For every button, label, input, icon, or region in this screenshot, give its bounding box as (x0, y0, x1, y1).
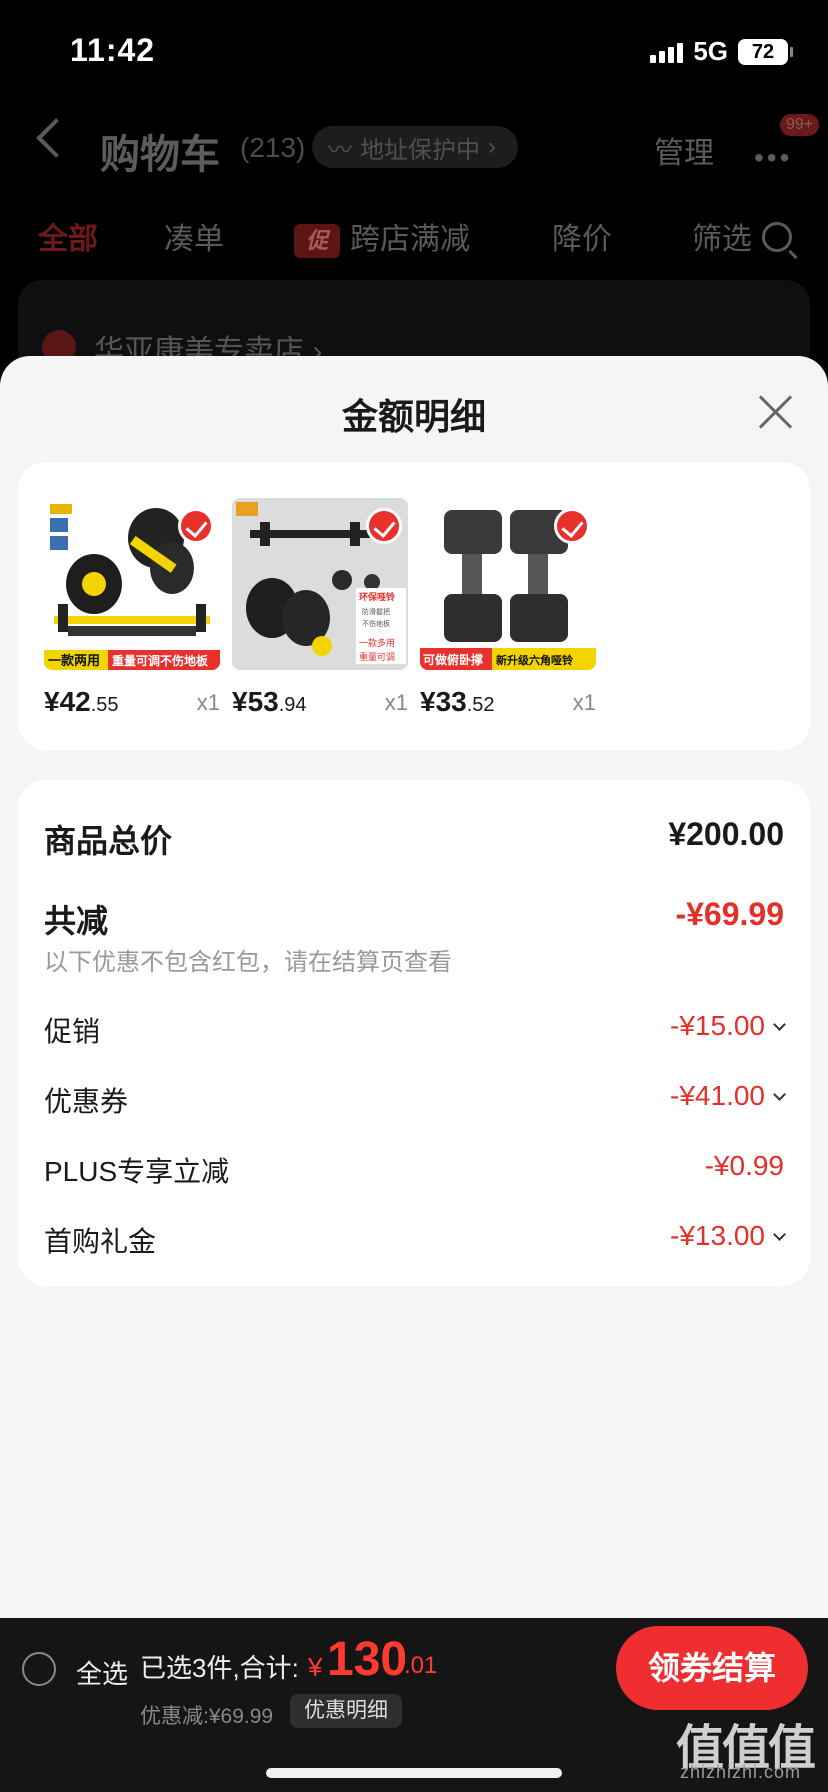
watermark-url: zhizhizhi.com (680, 1762, 802, 1782)
tab-cross-store[interactable]: 促跨店满减 (294, 214, 470, 259)
coupon-row[interactable]: 优惠券 -¥41.00 (44, 1080, 786, 1117)
saved-amount: 优惠减:¥69.99 (140, 1705, 274, 1728)
address-protect-label: 地址保护中 (360, 136, 480, 164)
coupon-value: -¥41.00 (670, 1080, 786, 1112)
signal-icon (650, 41, 684, 63)
search-icon[interactable] (762, 222, 792, 252)
cart-count: (213) (240, 132, 306, 163)
tab-combine[interactable]: 凑单 (164, 214, 224, 258)
product-price: ¥42.55 (44, 686, 119, 717)
tab-filter[interactable]: 筛选 (692, 214, 752, 258)
product-item[interactable]: 环保哑铃 防滑握把 不伤地板 一款多用 重量可调 ¥53.94 x1 (232, 498, 408, 728)
discount-note: 以下优惠不包含红包，请在结算页查看 (44, 949, 452, 976)
chevron-down-icon (773, 1018, 786, 1031)
status-time: 11:42 (70, 32, 156, 68)
product-price: ¥53.94 (232, 686, 307, 717)
total-price-row: 商品总价 ¥200.00 (44, 816, 784, 859)
total-price-label: 商品总价 (44, 823, 173, 859)
plus-row: PLUS专享立减 -¥0.99 (44, 1150, 784, 1187)
selection-summary: 已选3件,合计: (140, 1653, 299, 1683)
promo-label: 促销 (44, 1016, 101, 1047)
product-checkbox[interactable] (366, 508, 402, 544)
page-title: 购物车 (100, 133, 220, 177)
close-icon[interactable] (756, 392, 796, 432)
total-amount-decimal: .01 (404, 1652, 438, 1679)
status-indicators: 5G 72 (650, 36, 793, 67)
product-qty: x1 (196, 690, 220, 715)
pulse-icon: 〰 (328, 136, 352, 164)
product-top-text: 专配加长泡棉减压连接器 (74, 636, 162, 646)
first-purchase-label: 首购礼金 (44, 1226, 157, 1257)
chevron-right-icon: › (488, 133, 496, 160)
product-side-tag: 重量可调 (359, 651, 395, 663)
more-icon[interactable]: ••• (754, 142, 792, 174)
product-checkbox[interactable] (554, 508, 590, 544)
product-price: ¥33.52 (420, 686, 495, 717)
first-purchase-row[interactable]: 首购礼金 -¥13.00 (44, 1220, 786, 1257)
product-banner-right: 重量可调不伤地板 (112, 653, 209, 668)
first-purchase-value: -¥13.00 (670, 1220, 786, 1252)
discount-label: 共减 (44, 903, 109, 939)
product-item[interactable]: 一款两用 重量可调不伤地板 专配加长泡棉减压连接器 ¥42.55 x1 (44, 498, 220, 728)
discount-row: 共减 -¥69.99 (44, 896, 784, 939)
home-indicator[interactable] (266, 1768, 562, 1778)
product-qty: x1 (572, 690, 596, 715)
product-side-tag: 不伤地板 (362, 619, 390, 628)
amount-detail-card: 商品总价 ¥200.00 共减 -¥69.99 以下优惠不包含红包，请在结算页查… (18, 780, 810, 1286)
coupon-label: 优惠券 (44, 1086, 129, 1117)
product-banner-left: 一款两用 (48, 653, 100, 669)
amount-detail-sheet: 金额明细 一款两用 重量可调不伤地板 专配加长泡棉减压连接器 ¥42.55 x1… (0, 356, 828, 1618)
promo-value: -¥15.00 (670, 1010, 786, 1042)
chevron-down-icon (773, 1228, 786, 1241)
product-item[interactable]: 可做俯卧撑 新升级六角哑铃 ¥33.52 x1 (420, 498, 596, 728)
promo-tag: 促 (294, 224, 340, 259)
product-side-tag: 一款多用 (359, 637, 395, 649)
sheet-title: 金额明细 (341, 396, 486, 437)
filter-tabs: 全部 凑单 促跨店满减 降价 筛选 (0, 214, 828, 264)
product-side-tag: 防滑握把 (362, 607, 390, 616)
total-price-value: ¥200.00 (668, 816, 784, 852)
checkout-button[interactable]: 领券结算 (616, 1626, 808, 1710)
discount-value: -¥69.99 (675, 896, 784, 932)
address-protect-pill[interactable]: 〰 地址保护中 › (312, 126, 518, 168)
total-currency: ¥ (308, 1652, 323, 1682)
product-qty: x1 (384, 690, 408, 715)
products-card: 一款两用 重量可调不伤地板 专配加长泡棉减压连接器 ¥42.55 x1 环保哑铃… (18, 462, 810, 750)
product-side-tag: 环保哑铃 (359, 591, 396, 603)
message-badge: 99+ (780, 114, 820, 136)
product-banner-left: 可做俯卧撑 (423, 652, 483, 667)
select-all-radio[interactable] (22, 1652, 56, 1686)
battery-icon: 72 (738, 38, 793, 65)
promo-row[interactable]: 促销 -¥15.00 (44, 1010, 786, 1047)
product-banner-right: 新升级六角哑铃 (496, 653, 573, 667)
select-all-label[interactable]: 全选 (76, 1654, 128, 1691)
discount-detail-button[interactable]: 优惠明细 (290, 1694, 402, 1728)
back-arrow-icon[interactable] (36, 118, 76, 158)
tab-cross-store-label: 跨店满减 (350, 223, 470, 256)
tab-price-drop[interactable]: 降价 (552, 214, 612, 258)
network-label: 5G (693, 36, 728, 66)
product-checkbox[interactable] (178, 508, 214, 544)
chevron-down-icon (773, 1088, 786, 1101)
total-amount: 130 (327, 1633, 408, 1686)
plus-value: -¥0.99 (704, 1150, 784, 1181)
manage-button[interactable]: 管理 (654, 128, 714, 172)
checkout-bar: 全选 已选3件,合计: ¥ 130 .01 优惠减:¥69.99 优惠明细 领券… (0, 1618, 828, 1792)
tab-all[interactable]: 全部 (38, 214, 98, 258)
status-bar: 11:42 5G 72 (0, 0, 828, 100)
plus-label: PLUS专享立减 (44, 1156, 230, 1187)
